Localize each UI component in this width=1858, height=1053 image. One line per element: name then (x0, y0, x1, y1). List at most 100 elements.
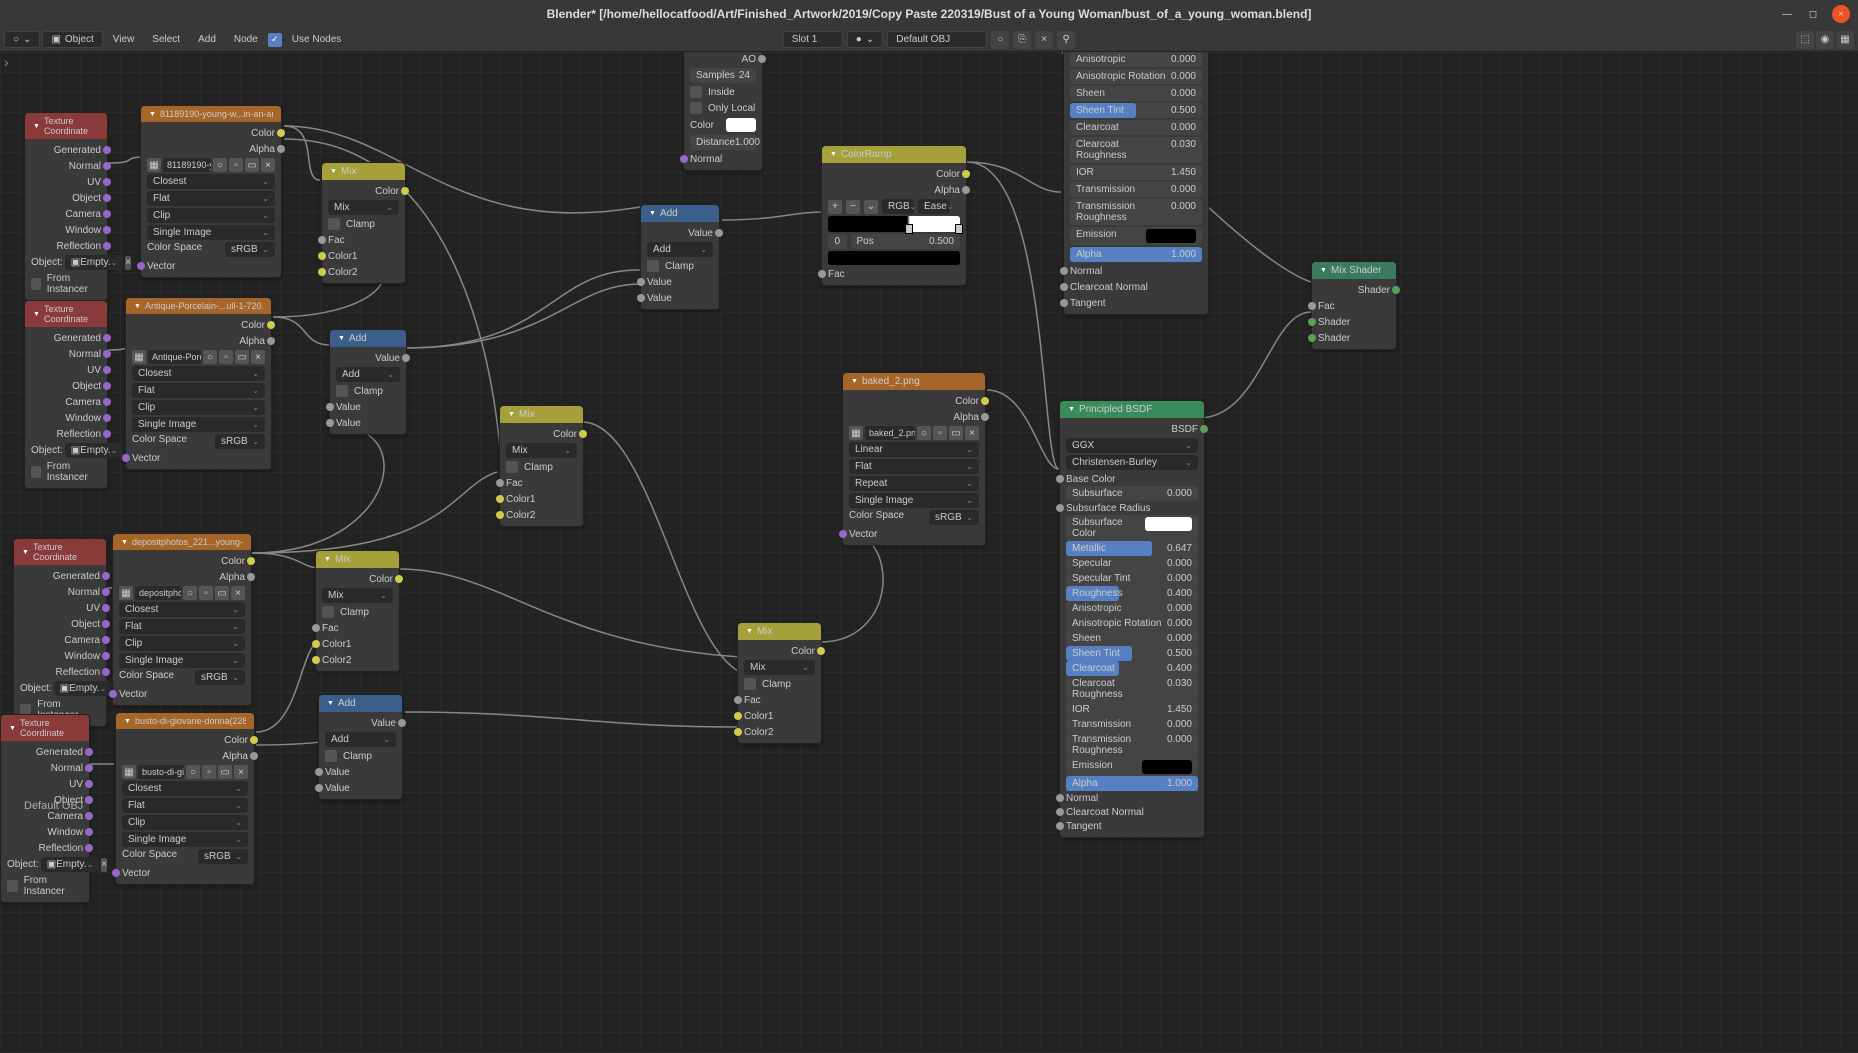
only-local-checkbox[interactable]: Only Local (690, 101, 756, 115)
ease-dropdown[interactable]: Ease (918, 199, 950, 214)
source-dropdown[interactable]: Single Image (147, 225, 275, 240)
mix-rgb-node-3[interactable]: Mix Color Mix Clamp Fac Color1 Color2 (315, 550, 400, 672)
bsdf-specular[interactable]: Specular0.000 (1066, 556, 1198, 571)
stop-index[interactable]: 0 (828, 234, 847, 249)
bsdf-clearcoat-normal[interactable]: Clearcoat Normal (1066, 805, 1198, 819)
image-name-field[interactable]: busto-di-giovane-... (138, 765, 184, 779)
unlink-icon[interactable]: × (231, 586, 245, 600)
from-instancer-checkbox[interactable]: From Instancer (31, 272, 101, 296)
snap-icon[interactable]: ⬚ (1796, 31, 1814, 49)
projection-dropdown[interactable]: Flat (147, 191, 275, 206)
clamp-checkbox[interactable]: Clamp (325, 749, 396, 763)
bsdf-subsurface-color[interactable]: Subsurface Color (1066, 515, 1198, 541)
close-icon[interactable]: × (1832, 5, 1850, 23)
source-dropdown[interactable]: Single Image (122, 832, 248, 847)
bsdf-subsurface-radius[interactable]: Subsurface Radius (1066, 501, 1198, 515)
blend-mode-dropdown[interactable]: Mix (328, 200, 399, 215)
clamp-checkbox[interactable]: Clamp (322, 605, 393, 619)
bsdf-anisotropic[interactable]: Anisotropic0.000 (1070, 52, 1202, 67)
node-header[interactable]: Add (641, 205, 719, 222)
clear-icon[interactable]: × (125, 256, 131, 270)
bsdf-alpha[interactable]: Alpha1.000 (1070, 247, 1202, 262)
bsdf-anisotropic-rotation[interactable]: Anisotropic Rotation0.000 (1066, 616, 1198, 631)
extension-dropdown[interactable]: Clip (132, 400, 265, 415)
ggx-dropdown[interactable]: GGX (1066, 438, 1198, 453)
node-header[interactable]: Mix Shader (1312, 262, 1396, 279)
users-icon[interactable]: ○ (917, 426, 931, 440)
add-menu[interactable]: Add (190, 32, 224, 47)
source-dropdown[interactable]: Single Image (119, 653, 245, 668)
add-stop-icon[interactable]: + (828, 200, 842, 214)
operation-dropdown[interactable]: Add (325, 732, 396, 747)
node-header[interactable]: depositphotos_221...young-woman-size- (113, 534, 251, 550)
bsdf-subsurface[interactable]: Subsurface0.000 (1066, 486, 1198, 501)
blend-mode-dropdown[interactable]: Mix (322, 588, 393, 603)
projection-dropdown[interactable]: Flat (132, 383, 265, 398)
bsdf-sheen-tint[interactable]: Sheen Tint0.500 (1070, 103, 1202, 118)
principled-bsdf-node-upper[interactable]: Anisotropic0.000Anisotropic Rotation0.00… (1063, 52, 1209, 315)
extension-dropdown[interactable]: Clip (122, 815, 248, 830)
math-add-node-3[interactable]: Add Value Add Clamp Value Value (318, 694, 403, 800)
bsdf-alpha[interactable]: Alpha1.000 (1066, 776, 1198, 791)
remove-stop-icon[interactable]: − (846, 200, 860, 214)
users-icon[interactable]: ○ (213, 158, 227, 172)
unlink-icon[interactable]: × (261, 158, 275, 172)
colorspace-dropdown[interactable]: sRGB (929, 510, 979, 525)
pin-icon[interactable]: ⚲ (1057, 31, 1075, 49)
bsdf-clearcoat[interactable]: Clearcoat0.400 (1066, 661, 1198, 676)
clear-icon[interactable]: × (101, 858, 107, 872)
interpolation-dropdown[interactable]: Closest (132, 366, 265, 381)
mix-rgb-node-4[interactable]: Mix Color Mix Clamp Fac Color1 Color2 (737, 622, 822, 744)
interpolation-dropdown[interactable]: Closest (119, 602, 245, 617)
bsdf-transmission-roughness[interactable]: Transmission Roughness0.000 (1070, 199, 1202, 225)
bsdf-emission[interactable]: Emission (1070, 227, 1202, 245)
copy-icon[interactable]: ⎘ (1013, 31, 1031, 49)
node-header[interactable]: Texture Coordinate (25, 113, 107, 139)
bsdf-transmission[interactable]: Transmission0.000 (1066, 717, 1198, 732)
object-dropdown[interactable]: ▣ Empty. (65, 443, 124, 458)
bsdf-transmission[interactable]: Transmission0.000 (1070, 182, 1202, 197)
image-name-field[interactable]: 81189190-young-... (163, 158, 211, 172)
active-color-swatch[interactable] (828, 251, 960, 265)
image-browse-icon[interactable]: ▦ (119, 586, 133, 600)
colorspace-dropdown[interactable]: sRGB (198, 849, 248, 864)
node-header[interactable]: 81189190-young-w...in-an-art-room(291, (141, 106, 281, 122)
object-mode-dropdown[interactable]: ▣Object (42, 31, 102, 48)
image-texture-node-3[interactable]: depositphotos_221...young-woman-size- Co… (112, 533, 252, 706)
users-icon[interactable]: ○ (183, 586, 197, 600)
unlink-icon[interactable]: × (965, 426, 979, 440)
ao-node[interactable]: AO Samples24 Inside Only Local Color Dis… (683, 52, 763, 171)
clamp-checkbox[interactable]: Clamp (336, 384, 400, 398)
object-dropdown[interactable]: ▣ Empty. (41, 857, 100, 872)
colorspace-dropdown[interactable]: sRGB (195, 670, 245, 685)
bsdf-metallic[interactable]: Metallic0.647 (1066, 541, 1198, 556)
from-instancer-checkbox[interactable]: From Instancer (31, 460, 101, 484)
unlink-icon[interactable]: × (234, 765, 248, 779)
math-add-node-2[interactable]: Add Value Add Clamp Value Value (640, 204, 720, 310)
math-add-node-1[interactable]: Add Value Add Clamp Value Value (329, 329, 407, 435)
node-header[interactable]: Principled BSDF (1060, 401, 1204, 418)
material-name-field[interactable]: Default OBJ (887, 31, 987, 48)
node-header[interactable]: Texture Coordinate (25, 301, 107, 327)
principled-bsdf-node-lower[interactable]: Principled BSDF BSDF GGX Christensen-Bur… (1059, 400, 1205, 838)
users-icon[interactable]: ○ (186, 765, 200, 779)
from-instancer-checkbox[interactable]: From Instancer (7, 874, 83, 898)
interpolation-dropdown[interactable]: Closest (122, 781, 248, 796)
samples-field[interactable]: Samples24 (690, 68, 756, 83)
distance-field[interactable]: Distance1.000 (690, 135, 756, 150)
overlay-icon[interactable]: ◉ (1816, 31, 1834, 49)
bsdf-clearcoat-roughness[interactable]: Clearcoat Roughness0.030 (1066, 676, 1198, 702)
node-header[interactable]: baked_2.png (843, 373, 985, 390)
node-header[interactable]: Antique-Porcelain-...ull-1-720.10.10-86-… (126, 298, 271, 314)
bsdf-normal[interactable]: Normal (1070, 264, 1202, 278)
bsdf-emission[interactable]: Emission (1066, 758, 1198, 776)
unlink-icon[interactable]: × (1035, 31, 1053, 49)
use-nodes-checkbox[interactable] (268, 33, 282, 47)
texture-coordinate-node-1[interactable]: Texture Coordinate GeneratedNormalUVObje… (24, 112, 108, 301)
image-texture-node-4[interactable]: busto-di-giovane-donna(228, 174, 103, ..… (115, 712, 255, 885)
bsdf-normal[interactable]: Normal (1066, 791, 1198, 805)
new-icon[interactable]: ▫ (199, 586, 213, 600)
projection-dropdown[interactable]: Flat (119, 619, 245, 634)
select-menu[interactable]: Select (144, 32, 188, 47)
sss-dropdown[interactable]: Christensen-Burley (1066, 455, 1198, 470)
